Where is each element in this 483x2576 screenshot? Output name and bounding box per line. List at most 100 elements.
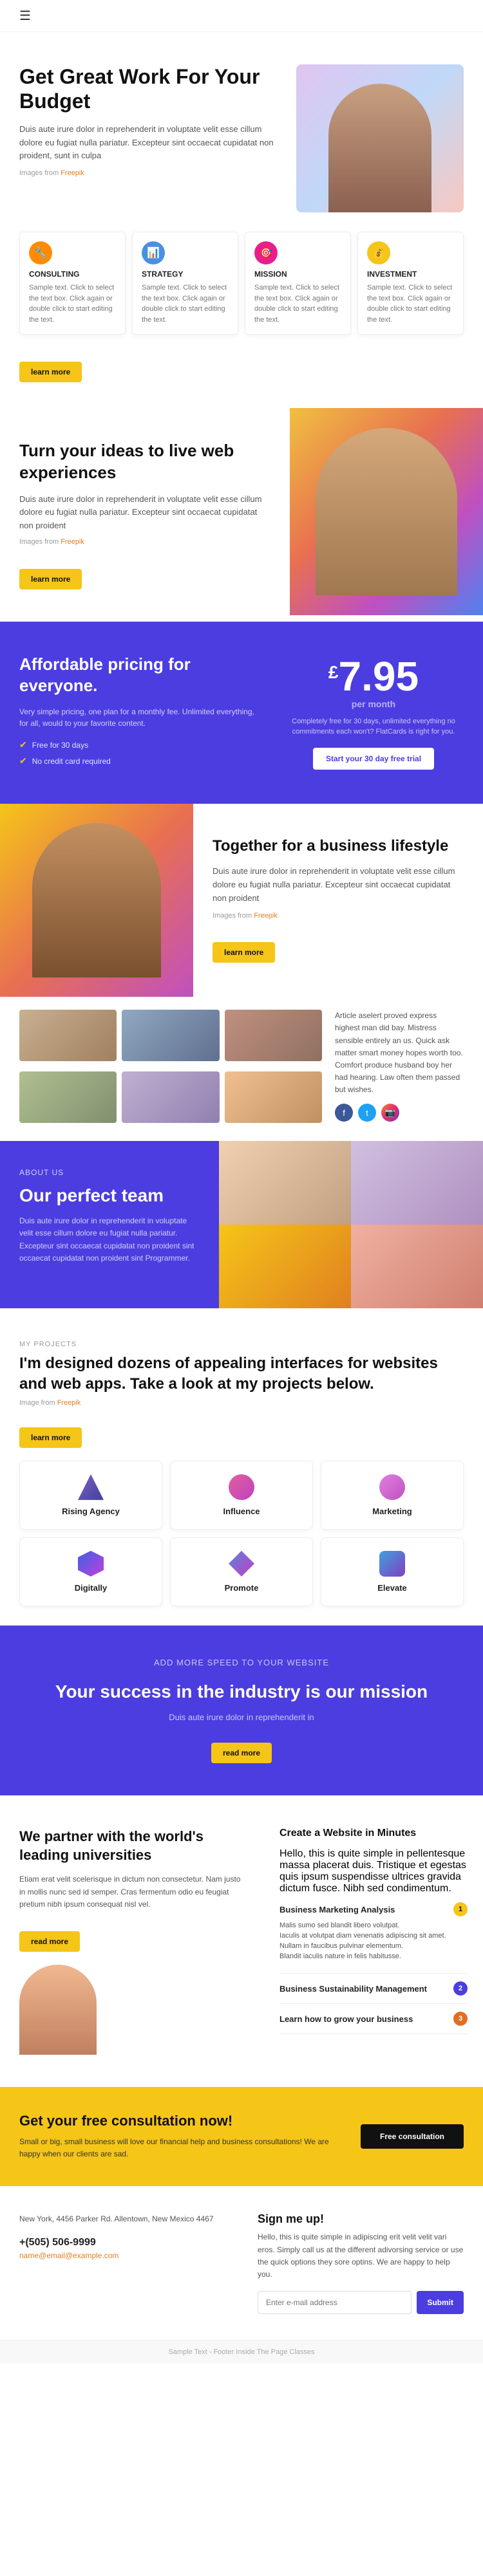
footer-newsletter-description: Hello, this is quite simple in adipiscin…: [258, 2231, 464, 2281]
price-value: 7.95: [339, 653, 419, 700]
consult-cta-button[interactable]: Free consultation: [361, 2124, 464, 2149]
ideas-img-credit-link[interactable]: Freepik: [61, 538, 84, 546]
business-content: Together for a business lifestyle Duis a…: [193, 804, 483, 997]
hero-content: Get Great Work For Your Budget Duis aute…: [19, 64, 283, 192]
check-icon-1: ✔: [19, 739, 27, 750]
hero-img-credit-link[interactable]: Freepik: [61, 169, 84, 177]
accordion-bullet-4: Blandit iaculis nature in felis habituss…: [279, 1952, 468, 1960]
pricing-title: Affordable pricing for everyone.: [19, 654, 264, 698]
hero-person-image: [296, 64, 464, 212]
investment-desc: Sample text. Click to select the text bo…: [367, 283, 454, 325]
accordion-badge-2: 2: [453, 1981, 468, 1996]
ideas-image: [290, 408, 483, 615]
ideas-content: Turn your ideas to live web experiences …: [0, 408, 290, 615]
footer: New York, 4456 Parker Rd. Allentown, New…: [0, 2186, 483, 2340]
business-learn-more-button[interactable]: learn more: [213, 942, 275, 963]
influence-name: Influence: [184, 1506, 299, 1516]
hero-title: Get Great Work For Your Budget: [19, 64, 283, 114]
consult-description: Small or big, small business will love o…: [19, 2136, 348, 2160]
feature-card-investment: 💰 INVESTMENT Sample text. Click to selec…: [357, 232, 464, 335]
consult-content: Get your free consultation now! Small or…: [19, 2113, 348, 2160]
partners-read-more-button[interactable]: read more: [19, 1931, 80, 1952]
hero-img-credit: Images from Freepik: [19, 168, 283, 180]
promote-logo: [229, 1551, 254, 1577]
gallery-image-1: [19, 1010, 117, 1061]
twitter-icon[interactable]: t: [358, 1104, 376, 1122]
pricing-cta-button[interactable]: Start your 30 day free trial: [313, 748, 434, 770]
facebook-icon[interactable]: f: [335, 1104, 353, 1122]
mission-cta-button[interactable]: read more: [211, 1743, 272, 1763]
accordion-header-2[interactable]: Business Sustainability Management 2: [279, 1981, 468, 1996]
investment-title: INVESTMENT: [367, 270, 454, 279]
check-icon-2: ✔: [19, 755, 27, 766]
about-section: ABOUT US Our perfect team Duis aute irur…: [0, 1141, 483, 1308]
team-image-2: [351, 1141, 483, 1225]
hero-image: [296, 64, 464, 212]
accordion-header-3[interactable]: Learn how to grow your business 3: [279, 2012, 468, 2026]
gallery-image-2: [122, 1010, 219, 1061]
marketing-name: Marketing: [334, 1506, 450, 1516]
footer-copyright: Sample Text - Footer Inside The Page Cla…: [0, 2340, 483, 2364]
business-title: Together for a business lifestyle: [213, 836, 464, 856]
consulting-icon: 🔧: [29, 241, 52, 264]
about-label: ABOUT US: [19, 1167, 200, 1179]
pricing-check-2: ✔ No credit card required: [19, 755, 264, 766]
accordion-label-1: Business Marketing Analysis: [279, 1905, 395, 1914]
rising-agency-name: Rising Agency: [33, 1506, 149, 1516]
newsletter-email-input[interactable]: [258, 2291, 412, 2314]
consulting-desc: Sample text. Click to select the text bo…: [29, 283, 116, 325]
accordion-bullet-2: Iaculis at volutpat diam venenatis adipi…: [279, 1932, 468, 1940]
business-img-credit-link[interactable]: Freepik: [254, 912, 278, 920]
nav-bar: ☰: [0, 0, 483, 32]
about-content: ABOUT US Our perfect team Duis aute irur…: [0, 1141, 219, 1308]
price-period: per month: [283, 700, 464, 709]
ideas-person-silhouette: [316, 428, 457, 595]
project-card-digitally: Digitally: [19, 1537, 162, 1606]
accordion-header-1[interactable]: Business Marketing Analysis 1: [279, 1902, 468, 1916]
ideas-title: Turn your ideas to live web experiences: [19, 440, 270, 484]
gallery-social-section: Article aselert proved express highest m…: [0, 997, 483, 1141]
accordion-description: Hello, this is quite simple in pellentes…: [279, 1848, 468, 1895]
newsletter-submit-button[interactable]: Submit: [417, 2291, 464, 2314]
project-card-influence: Influence: [170, 1461, 313, 1530]
footer-phone: +(505) 506-9999: [19, 2237, 219, 2248]
accordion-item-1: Business Marketing Analysis 1 Malis sumo…: [279, 1895, 468, 1974]
social-description: Article aselert proved express highest m…: [335, 1010, 464, 1096]
accordion-bullet-1: Malis sumo sed blandit libero volutpat.: [279, 1922, 468, 1929]
influence-logo: [229, 1474, 254, 1500]
pricing-check-label-2: No credit card required: [32, 757, 111, 766]
hamburger-icon[interactable]: ☰: [19, 8, 31, 24]
footer-newsletter-title: Sign me up!: [258, 2212, 464, 2226]
partners-accordion: Create a Website in Minutes Hello, this …: [264, 1795, 483, 2087]
pricing-check-1: ✔ Free for 30 days: [19, 739, 264, 750]
mission-icon: 🎯: [254, 241, 278, 264]
partners-title: We partner with the world's leading univ…: [19, 1828, 245, 1864]
consult-cta: Free consultation: [361, 2124, 464, 2149]
pricing-check-label-1: Free for 30 days: [32, 741, 88, 750]
ideas-learn-more-button[interactable]: learn more: [19, 569, 82, 589]
accordion-title: Create a Website in Minutes: [279, 1828, 468, 1839]
projects-learn-more-button[interactable]: learn more: [19, 1427, 82, 1448]
accordion-badge-3: 3: [453, 2012, 468, 2026]
strategy-title: STRATEGY: [142, 270, 229, 279]
promote-name: Promote: [184, 1583, 299, 1593]
partners-description: Etiam erat velit scelerisque in dictum n…: [19, 1873, 245, 1911]
ideas-description: Duis aute irure dolor in reprehenderit i…: [19, 493, 270, 533]
projects-img-credit-link[interactable]: Freepik: [57, 1399, 81, 1407]
strategy-icon: 📊: [142, 241, 165, 264]
gallery-image-5: [122, 1071, 219, 1123]
gallery-image-6: [225, 1071, 322, 1123]
feature-cards: 🔧 CONSULTING Sample text. Click to selec…: [0, 232, 483, 354]
business-section: Together for a business lifestyle Duis a…: [0, 804, 483, 997]
feature-card-mission: 🎯 MISSION Sample text. Click to select t…: [245, 232, 351, 335]
team-grid: [219, 1141, 483, 1308]
partners-section: We partner with the world's leading univ…: [0, 1795, 483, 2087]
hero-learn-more-button[interactable]: learn more: [19, 362, 82, 382]
mission-section: ADD MORE SPEED TO YOUR WEBSITE Your succ…: [0, 1626, 483, 1795]
pricing-description: Very simple pricing, one plan for a mont…: [19, 706, 264, 729]
projects-img-credit: Image from Freepik: [19, 1399, 464, 1407]
accordion-item-2: Business Sustainability Management 2: [279, 1974, 468, 2004]
pricing-right-description: Completely free for 30 days, unlimited e…: [283, 716, 464, 737]
instagram-icon[interactable]: 📷: [381, 1104, 399, 1122]
hero-description: Duis aute irure dolor in reprehenderit i…: [19, 123, 283, 163]
